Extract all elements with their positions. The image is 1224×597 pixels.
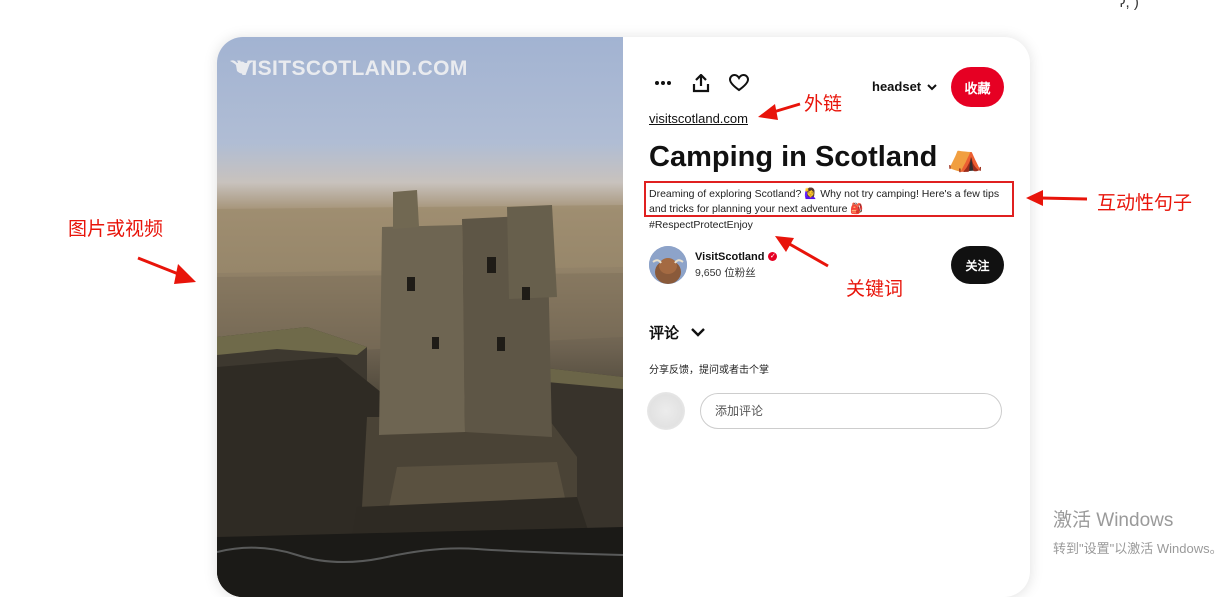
arrow-to-media bbox=[137, 256, 187, 279]
pin-media-video[interactable]: VISITSCOTLAND.COM bbox=[217, 37, 623, 597]
comments-toggle[interactable]: 评论 bbox=[649, 322, 705, 343]
annotation-description-label: 互动性句子 bbox=[1097, 193, 1193, 214]
comment-input[interactable] bbox=[700, 393, 1002, 429]
chevron-down-icon bbox=[927, 79, 937, 94]
annotation-keyword-label: 关键词 bbox=[846, 279, 904, 300]
castle-scene-image bbox=[217, 190, 623, 597]
pin-title: Camping in Scotland ⛺ bbox=[649, 140, 984, 174]
hashtag-link[interactable]: #RespectProtectEnjoy bbox=[649, 219, 753, 231]
windows-activation-title: 激活 Windows bbox=[1053, 510, 1174, 531]
description-highlight-box bbox=[644, 181, 1014, 217]
comments-hint: 分享反馈，提问或者击个掌 bbox=[649, 365, 769, 376]
verified-badge-icon: ✓ bbox=[768, 252, 778, 261]
heart-icon[interactable] bbox=[729, 71, 749, 95]
pin-toolbar bbox=[653, 71, 749, 95]
visitscotland-watermark: VISITSCOTLAND.COM bbox=[229, 57, 468, 81]
current-user-avatar bbox=[647, 392, 685, 430]
share-upload-icon[interactable] bbox=[691, 71, 711, 95]
creator-name: VisitScotland bbox=[695, 250, 765, 263]
creator-avatar[interactable] bbox=[649, 246, 687, 284]
pin-closeup-card: VISITSCOTLAND.COM headset 收藏 visitscotla… bbox=[217, 37, 1030, 597]
follow-button[interactable]: 关注 bbox=[951, 246, 1004, 284]
arrow-to-media-head bbox=[174, 264, 196, 284]
creator-text: VisitScotland ✓ 9,650 位粉丝 bbox=[695, 250, 778, 280]
comments-header-label: 评论 bbox=[649, 325, 680, 342]
windows-activation-subtitle: 转到"设置"以激活 Windows。 bbox=[1053, 541, 1223, 556]
corner-fragment-text: ʔ, ) bbox=[1118, 0, 1139, 11]
source-link[interactable]: visitscotland.com bbox=[649, 111, 748, 126]
follower-count: 9,650 位粉丝 bbox=[695, 266, 756, 279]
pin-details-panel: headset 收藏 visitscotland.com Camping in … bbox=[623, 37, 1030, 597]
camping-tent-icon: ⛺ bbox=[947, 141, 984, 173]
annotation-link-label: 外链 bbox=[804, 94, 843, 115]
creator-name-row[interactable]: VisitScotland ✓ bbox=[695, 250, 778, 263]
chevron-down-icon bbox=[691, 324, 705, 341]
annotation-media-label: 图片或视频 bbox=[68, 219, 164, 240]
board-select-dropdown[interactable]: headset bbox=[872, 79, 937, 94]
save-button[interactable]: 收藏 bbox=[951, 67, 1004, 107]
pin-title-text: Camping in Scotland bbox=[649, 140, 938, 173]
arrow-to-description bbox=[1039, 196, 1088, 201]
creator-info: VisitScotland ✓ 9,650 位粉丝 bbox=[649, 246, 778, 284]
watermark-text: VISITSCOTLAND.COM bbox=[237, 57, 468, 80]
windows-activation-watermark: 激活 Windows 转到"设置"以激活 Windows。 bbox=[1053, 505, 1223, 557]
board-select-label: headset bbox=[872, 79, 922, 94]
more-dots-icon[interactable] bbox=[653, 71, 673, 95]
